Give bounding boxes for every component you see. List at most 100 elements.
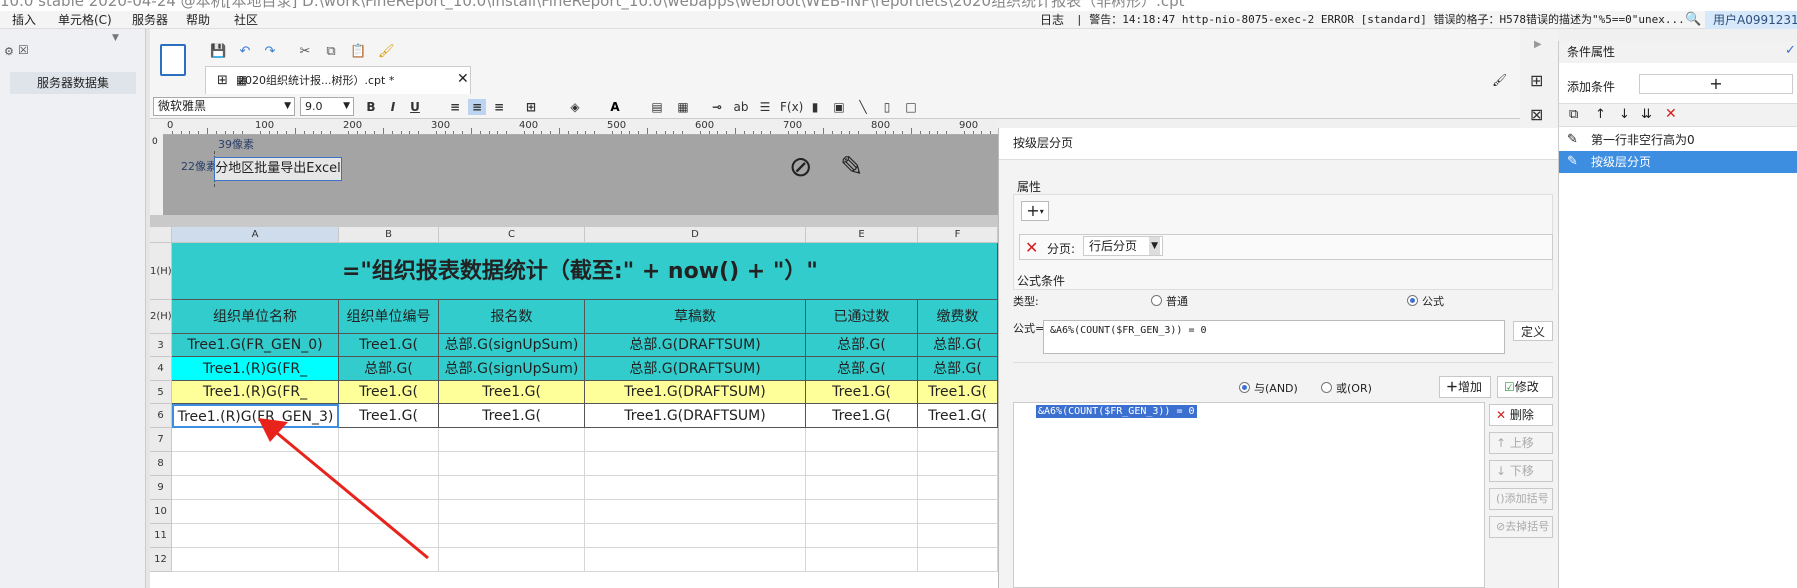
font-select[interactable]: 微软雅黑 ▼ xyxy=(153,97,295,116)
empty-cell[interactable] xyxy=(439,500,585,524)
copy-icon[interactable]: ⧉ xyxy=(1569,107,1578,122)
row-header[interactable]: 5 xyxy=(150,381,172,404)
more-icon[interactable]: □ xyxy=(902,99,920,115)
empty-cell[interactable] xyxy=(585,452,806,476)
header-cell[interactable]: 组织单位编号 xyxy=(339,300,439,334)
empty-cell[interactable] xyxy=(439,476,585,500)
pencil-icon[interactable]: ✎ xyxy=(840,150,863,183)
header-cell[interactable]: 报名数 xyxy=(439,300,585,334)
delete-button[interactable]: ✕ 删除 xyxy=(1489,404,1553,426)
row-header[interactable]: 7 xyxy=(150,428,172,452)
slash-icon[interactable]: ╲ xyxy=(854,99,872,115)
data-cell[interactable]: Tree1.G(FR_GEN_0) xyxy=(172,334,339,357)
delete-icon[interactable]: ✕ xyxy=(1665,106,1677,122)
data-cell[interactable]: Tree1.G( xyxy=(439,404,585,428)
brush-icon[interactable]: 🖌 xyxy=(1492,73,1507,87)
header-cell[interactable]: 草稿数 xyxy=(585,300,806,334)
split-icon[interactable]: ▦ xyxy=(674,99,692,115)
column-header-e[interactable]: E xyxy=(806,227,918,243)
text-icon[interactable]: ab xyxy=(732,99,750,115)
copy-icon[interactable]: ⧉ xyxy=(323,44,339,60)
redo-icon[interactable]: ↷ xyxy=(262,44,278,60)
empty-cell[interactable] xyxy=(918,452,998,476)
format-painter-icon[interactable]: 🖌 xyxy=(378,44,395,60)
search-icon[interactable]: 🔍 xyxy=(1685,11,1701,29)
italic-icon[interactable]: I xyxy=(384,99,402,115)
column-header-f[interactable]: F xyxy=(918,227,998,243)
add-paren-button[interactable]: ()添加括号 xyxy=(1489,488,1553,510)
condition-attr-icon[interactable]: ⊠ xyxy=(1530,105,1543,124)
link-icon[interactable]: ⊸ xyxy=(708,99,726,115)
data-cell[interactable]: 总部.G(DRAFTSUM) xyxy=(585,357,806,381)
subreport-icon[interactable]: ▯ xyxy=(878,99,896,115)
data-cell[interactable]: Tree1.G(DRAFTSUM) xyxy=(585,404,806,428)
expand-arrow-icon[interactable]: ▶ xyxy=(1534,39,1542,50)
row-header[interactable]: 12 xyxy=(150,548,172,572)
eye-hidden-icon[interactable]: ⊘ xyxy=(789,150,812,183)
server-dataset-item[interactable]: 服务器数据集 xyxy=(10,72,136,94)
header-cell[interactable]: 组织单位名称 xyxy=(172,300,339,334)
empty-cell[interactable] xyxy=(918,428,998,452)
user-account[interactable]: 用户A0991231 xyxy=(1705,11,1797,29)
close-tab-icon[interactable]: ✕ xyxy=(457,71,469,87)
formula-input[interactable]: &A6%(COUNT($FR_GEN_3)) = 0 xyxy=(1043,320,1505,354)
data-cell[interactable]: Tree1.G( xyxy=(439,381,585,404)
save-icon[interactable]: 💾 xyxy=(210,44,226,60)
template-icon[interactable] xyxy=(160,44,186,76)
row-header[interactable]: 9 xyxy=(150,476,172,500)
image-icon[interactable]: ▣ xyxy=(830,99,848,115)
dataset-icon[interactable]: ☒ xyxy=(18,43,29,57)
align-left-icon[interactable]: ≡ xyxy=(446,99,464,115)
data-cell[interactable]: Tree1.G( xyxy=(806,404,918,428)
radio-normal[interactable]: 普通 xyxy=(1151,293,1188,309)
report-title-cell[interactable]: ="组织报表数据统计（截至:" + now() + "）" xyxy=(172,243,998,300)
define-button[interactable]: 定义 xyxy=(1513,321,1553,341)
empty-cell[interactable] xyxy=(806,548,918,572)
data-cell[interactable]: 总部.G(signUpSum) xyxy=(439,357,585,381)
paste-icon[interactable]: 📋 xyxy=(350,44,366,60)
menu-community[interactable]: 社区 xyxy=(234,11,258,29)
data-cell[interactable]: 总部.G( xyxy=(806,334,918,357)
merge-icon[interactable]: ▤ xyxy=(648,99,666,115)
condition-list-item-selected[interactable]: ✎ 按级层分页 xyxy=(1559,151,1797,173)
corner-cell[interactable] xyxy=(150,227,172,243)
menu-server[interactable]: 服务器 xyxy=(132,11,168,29)
move-up-button[interactable]: ↑ 上移 xyxy=(1489,432,1553,454)
collapse-icon[interactable]: ▼ xyxy=(112,33,119,43)
data-cell[interactable]: 总部.G(signUpSum) xyxy=(439,334,585,357)
empty-cell[interactable] xyxy=(918,500,998,524)
empty-cell[interactable] xyxy=(585,428,806,452)
empty-cell[interactable] xyxy=(439,428,585,452)
row-header[interactable]: 6 xyxy=(150,404,172,428)
row-header[interactable]: 8 xyxy=(150,452,172,476)
move-bottom-icon[interactable]: ⇊ xyxy=(1641,107,1652,122)
log-label[interactable]: 日志 xyxy=(1040,11,1064,29)
condition-list-item[interactable]: ✎ 第一行非空行高为0 xyxy=(1559,129,1797,151)
cut-icon[interactable]: ✂ xyxy=(297,44,313,60)
gear-icon[interactable]: ⚙ xyxy=(4,45,14,58)
empty-cell[interactable] xyxy=(585,548,806,572)
empty-cell[interactable] xyxy=(439,548,585,572)
bold-icon[interactable]: B xyxy=(362,99,380,115)
column-header-d[interactable]: D xyxy=(585,227,806,243)
log-message[interactable]: | 警告：14:18:47 http-nio-8075-exec-2 ERROR… xyxy=(1076,11,1706,29)
empty-cell[interactable] xyxy=(806,452,918,476)
data-cell[interactable]: 总部.G( xyxy=(806,357,918,381)
arrow-down-icon[interactable]: ↓ xyxy=(1619,107,1630,122)
data-cell[interactable]: Tree1.G( xyxy=(339,334,439,357)
empty-cell[interactable] xyxy=(439,452,585,476)
radio-formula[interactable]: 公式 xyxy=(1407,293,1444,309)
chart-icon[interactable]: ▮ xyxy=(806,99,824,115)
move-down-button[interactable]: ↓ 下移 xyxy=(1489,460,1553,482)
data-cell[interactable]: 总部.G( xyxy=(339,357,439,381)
paragraph-icon[interactable]: ☰ xyxy=(756,99,774,115)
check-icon[interactable]: ✓ xyxy=(1785,43,1796,58)
fill-color-icon[interactable]: ◈ xyxy=(566,99,584,115)
delete-icon[interactable]: ✕ xyxy=(1025,238,1038,257)
header-cell[interactable]: 缴费数 xyxy=(918,300,998,334)
export-excel-button[interactable]: 分地区批量导出Excel xyxy=(214,157,342,181)
underline-icon[interactable]: U xyxy=(406,99,424,115)
empty-cell[interactable] xyxy=(585,476,806,500)
data-cell[interactable]: Tree1.G( xyxy=(918,381,998,404)
row-header[interactable]: 2(H) xyxy=(150,300,172,334)
